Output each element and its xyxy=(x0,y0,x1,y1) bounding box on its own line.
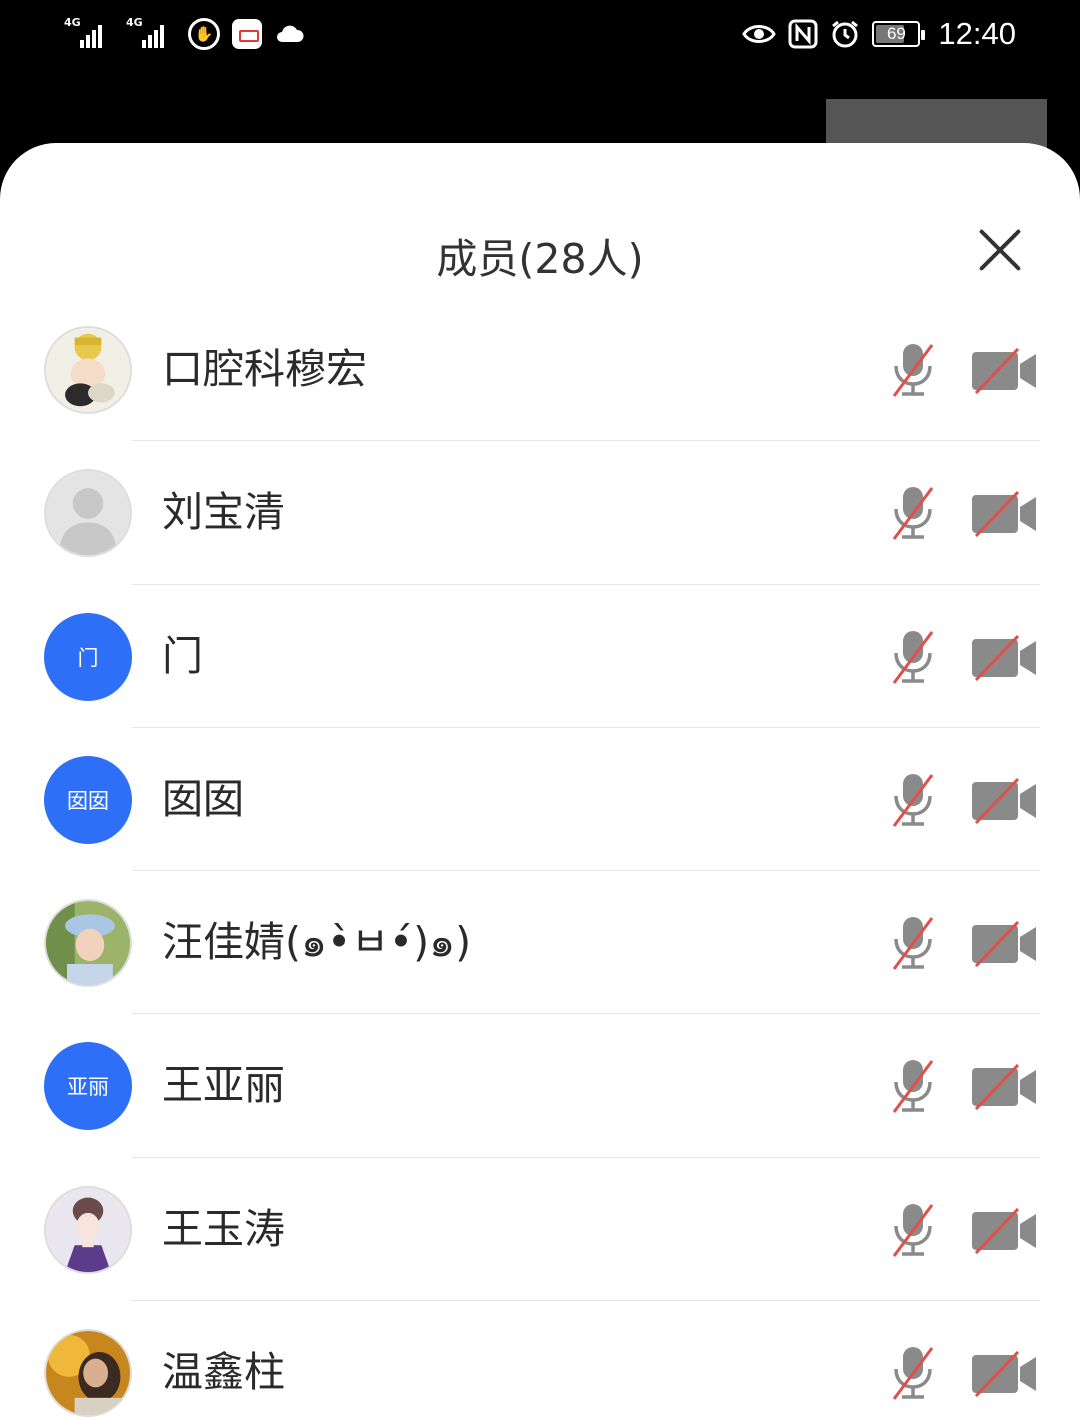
avatar-initials: 门 xyxy=(77,645,99,670)
member-row[interactable]: 囡囡 囡囡 xyxy=(0,728,1080,872)
member-row[interactable]: 口腔科穆宏 xyxy=(0,298,1080,442)
cloud-icon xyxy=(274,24,304,44)
signal-icon: 4G xyxy=(64,16,114,50)
avatar-initials: 囡囡 xyxy=(67,788,109,813)
camera-off-icon[interactable] xyxy=(970,777,1038,824)
avatar xyxy=(44,1185,132,1274)
battery-level: 69 xyxy=(886,24,906,43)
network-type-1: 4G xyxy=(64,16,81,29)
network-type-2: 4G xyxy=(126,16,143,29)
camera-off-icon[interactable] xyxy=(970,634,1038,681)
mic-muted-icon[interactable] xyxy=(888,1202,938,1258)
avatar: 亚丽 xyxy=(44,1042,132,1131)
member-name: 温鑫柱 xyxy=(162,1348,285,1397)
member-row[interactable]: 汪佳婧(๑•̀ㅂ•́)๑) xyxy=(0,871,1080,1015)
close-icon[interactable] xyxy=(975,225,1025,275)
status-right: 69 12:40 xyxy=(742,14,1016,54)
member-row[interactable]: 王玉涛 xyxy=(0,1158,1080,1302)
mic-muted-icon[interactable] xyxy=(888,1345,938,1401)
member-row[interactable]: 门门 xyxy=(0,585,1080,728)
member-name: 刘宝清 xyxy=(162,488,285,537)
status-time: 12:40 xyxy=(938,16,1016,51)
panel-header: 成员(28人) xyxy=(0,143,1080,298)
member-row[interactable]: 亚丽 王亚丽 xyxy=(0,1014,1080,1158)
camera-off-icon[interactable] xyxy=(970,491,1038,538)
camera-off-icon[interactable] xyxy=(970,1207,1038,1254)
avatar xyxy=(44,469,132,558)
member-row[interactable]: 温鑫柱 xyxy=(0,1301,1080,1421)
avatar xyxy=(44,326,132,414)
status-left: 4G 4G ✋ xyxy=(64,14,304,54)
mic-muted-icon[interactable] xyxy=(888,629,938,685)
member-row[interactable]: 刘宝清 xyxy=(0,441,1080,585)
signal-icon: 4G xyxy=(126,16,176,50)
member-name: 口腔科穆宏 xyxy=(162,345,367,393)
alarm-icon xyxy=(830,19,860,49)
hand-icon: ✋ xyxy=(188,18,220,50)
eye-icon xyxy=(742,22,777,46)
mic-muted-icon[interactable] xyxy=(888,485,938,541)
mic-muted-icon[interactable] xyxy=(888,342,938,398)
member-name: 汪佳婧(๑•̀ㅂ•́)๑) xyxy=(162,918,472,967)
mic-muted-icon[interactable] xyxy=(888,1058,938,1114)
avatar xyxy=(44,1329,132,1418)
member-name: 囡囡 xyxy=(162,774,244,823)
nfc-icon xyxy=(788,19,818,49)
member-name: 王玉涛 xyxy=(162,1204,285,1253)
battery-icon: 69 xyxy=(872,21,926,47)
member-name: 王亚丽 xyxy=(162,1061,285,1110)
camera-off-icon[interactable] xyxy=(970,347,1038,395)
avatar xyxy=(44,899,132,988)
members-panel: 成员(28人) 口腔科穆宏 刘宝清 门门 囡囡 囡囡 汪佳婧(๑•̀ㅂ•́)๑)… xyxy=(0,143,1080,1421)
panel-title: 成员(28人) xyxy=(436,235,644,283)
camera-off-icon[interactable] xyxy=(970,1351,1038,1398)
avatar: 囡囡 xyxy=(44,755,132,844)
status-bar: 4G 4G ✋ 69 12:40 xyxy=(0,0,1080,70)
mic-muted-icon[interactable] xyxy=(888,772,938,828)
member-list: 口腔科穆宏 刘宝清 门门 囡囡 囡囡 汪佳婧(๑•̀ㅂ•́)๑) 亚丽 王亚丽 … xyxy=(0,298,1080,1421)
app-notification-icon xyxy=(232,19,262,49)
mic-muted-icon[interactable] xyxy=(888,915,938,971)
camera-off-icon[interactable] xyxy=(970,921,1038,968)
avatar: 门 xyxy=(44,612,132,701)
member-name: 门 xyxy=(162,631,203,680)
camera-off-icon[interactable] xyxy=(970,1064,1038,1111)
avatar-initials: 亚丽 xyxy=(67,1075,109,1100)
